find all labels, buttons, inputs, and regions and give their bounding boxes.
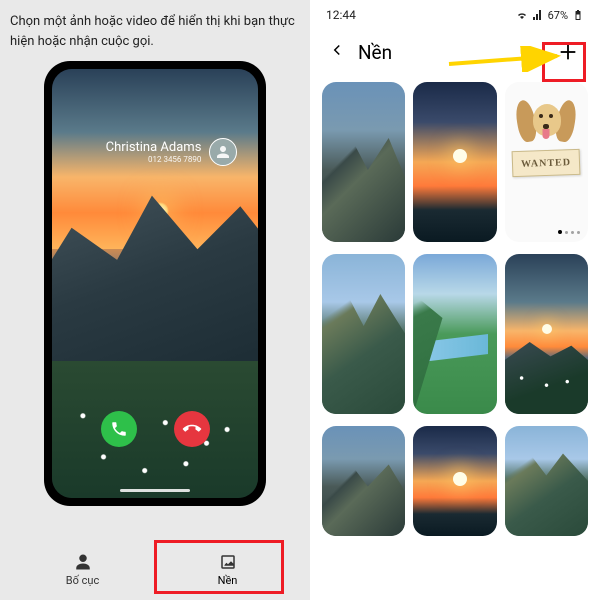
phone-screen: Christina Adams 012 3456 7890 xyxy=(52,69,258,498)
tab-background-label: Nền xyxy=(218,574,238,587)
home-indicator xyxy=(120,489,190,492)
tab-background[interactable]: Nền xyxy=(155,540,300,600)
wallpaper-thumb-2[interactable] xyxy=(413,82,496,242)
header: Nền xyxy=(310,26,600,76)
wanted-sign: WANTED xyxy=(512,149,581,177)
phone-frame: Christina Adams 012 3456 7890 xyxy=(44,61,266,506)
caller-info: Christina Adams 012 3456 7890 xyxy=(106,138,238,166)
bottom-tabs: Bố cục Nền xyxy=(10,540,300,600)
status-icons: 67% xyxy=(516,9,584,22)
back-button[interactable] xyxy=(328,41,346,63)
wallpaper-thumb-8[interactable] xyxy=(413,426,496,536)
right-screen: 12:44 67% Nền Video xyxy=(310,0,600,600)
tab-layout[interactable]: Bố cục xyxy=(10,540,155,600)
wifi-icon xyxy=(516,9,528,21)
plus-icon xyxy=(557,41,579,63)
caller-number: 012 3456 7890 xyxy=(106,155,202,164)
caller-name: Christina Adams xyxy=(106,140,202,155)
person-icon xyxy=(74,553,92,571)
wallpaper-gallery: Video WANTED xyxy=(310,76,600,600)
status-time: 12:44 xyxy=(326,8,356,22)
wallpaper-thumb-1[interactable]: Video xyxy=(322,82,405,242)
accept-call-button[interactable] xyxy=(101,411,137,447)
wallpaper-thumb-3[interactable]: WANTED xyxy=(505,82,588,242)
instruction-text: Chọn một ảnh hoặc video để hiển thị khi … xyxy=(10,12,300,51)
decline-call-button[interactable] xyxy=(174,411,210,447)
wallpaper-thumb-4[interactable] xyxy=(322,254,405,414)
wallpaper-thumb-7[interactable] xyxy=(322,426,405,536)
battery-icon xyxy=(572,9,584,21)
page-title: Nền xyxy=(358,41,542,64)
wallpaper-thumb-9[interactable] xyxy=(505,426,588,536)
caller-avatar xyxy=(209,138,237,166)
add-button[interactable] xyxy=(554,38,582,66)
status-bar: 12:44 67% xyxy=(310,0,600,26)
left-screen: Chọn một ảnh hoặc video để hiển thị khi … xyxy=(0,0,310,600)
chevron-left-icon xyxy=(328,41,346,59)
video-badge: Video xyxy=(330,220,367,234)
phone-preview: Christina Adams 012 3456 7890 xyxy=(10,61,300,540)
wallpaper-thumb-5[interactable] xyxy=(413,254,496,414)
image-icon xyxy=(219,553,237,571)
battery-text: 67% xyxy=(548,9,568,22)
call-buttons xyxy=(52,411,258,447)
page-dots xyxy=(558,230,580,234)
signal-icon xyxy=(532,9,544,21)
wallpaper-thumb-6[interactable] xyxy=(505,254,588,414)
tab-layout-label: Bố cục xyxy=(66,574,99,587)
